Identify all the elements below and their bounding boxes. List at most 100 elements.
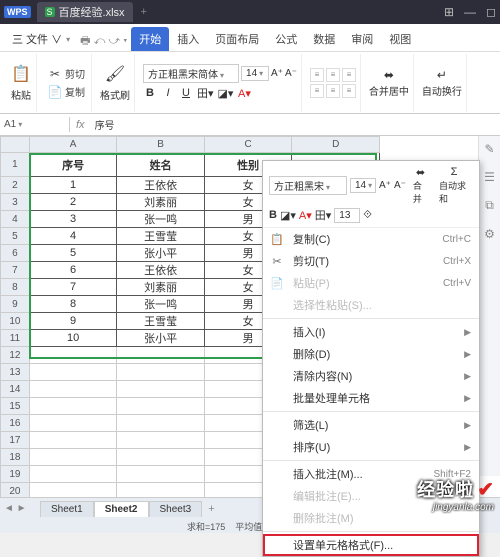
cell[interactable]: 张一鸣: [117, 296, 205, 313]
cell[interactable]: 张一鸣: [117, 211, 205, 228]
cell[interactable]: 刘素丽: [117, 194, 205, 211]
cell[interactable]: 王雪莹: [117, 313, 205, 330]
row-header[interactable]: 14: [1, 381, 30, 398]
col-header-c[interactable]: C: [204, 137, 292, 153]
cell[interactable]: 8: [29, 296, 117, 313]
document-tab[interactable]: S 百度经验.xlsx: [37, 2, 133, 22]
cell[interactable]: 王依依: [117, 177, 205, 194]
fill-color-button[interactable]: ◪▾: [218, 87, 234, 100]
border-button[interactable]: 田▾: [197, 85, 214, 101]
mini-fill-color[interactable]: ◪▾: [280, 209, 296, 222]
row-header[interactable]: 4: [1, 211, 30, 228]
context-menu-item[interactable]: 📋复制(C)Ctrl+C: [263, 228, 479, 250]
row-header[interactable]: 16: [1, 415, 30, 432]
fx-icon[interactable]: fx: [70, 119, 91, 131]
row-header[interactable]: 7: [1, 262, 30, 279]
context-menu-item[interactable]: 排序(U)▶: [263, 436, 479, 458]
row-header[interactable]: 2: [1, 177, 30, 194]
cell[interactable]: 4: [29, 228, 117, 245]
row-header[interactable]: 9: [1, 296, 30, 313]
autowrap-button[interactable]: ↵ 自动换行: [422, 67, 462, 98]
tab-view[interactable]: 视图: [381, 27, 419, 51]
cell[interactable]: 1: [29, 177, 117, 194]
row-header[interactable]: 19: [1, 466, 30, 483]
sheet-tab[interactable]: Sheet1: [40, 501, 94, 517]
cell[interactable]: 3: [29, 211, 117, 228]
add-sheet-button[interactable]: +: [202, 501, 220, 517]
align-top-center[interactable]: ≡: [326, 68, 340, 82]
row-header[interactable]: 10: [1, 313, 30, 330]
cell[interactable]: 王依依: [117, 262, 205, 279]
row-header[interactable]: 12: [1, 347, 30, 364]
row-header[interactable]: 15: [1, 398, 30, 415]
mini-border[interactable]: 田▾: [315, 207, 332, 223]
cell[interactable]: 9: [29, 313, 117, 330]
paste-button[interactable]: 📋 粘贴: [10, 63, 32, 102]
cut-button[interactable]: ✂剪切: [45, 65, 87, 83]
cell[interactable]: 张小平: [117, 330, 205, 347]
side-tool-icon[interactable]: ✎: [484, 142, 494, 156]
tab-start[interactable]: 开始: [131, 27, 169, 51]
merge-center-button[interactable]: ⬌ 合并居中: [369, 67, 409, 98]
context-menu-item[interactable]: 删除(D)▶: [263, 343, 479, 365]
mini-value[interactable]: 13: [334, 208, 360, 223]
row-header[interactable]: 17: [1, 432, 30, 449]
formula-input[interactable]: 序号: [91, 115, 500, 134]
file-menu[interactable]: 三 文件 ∨: [6, 27, 76, 51]
cell[interactable]: 2: [29, 194, 117, 211]
sheet-nav[interactable]: ◄ ►: [4, 503, 27, 514]
mini-increase-font[interactable]: A⁺: [379, 180, 391, 191]
format-painter-button[interactable]: 🖌 格式刷: [100, 63, 130, 102]
context-menu-item[interactable]: 筛选(L)▶: [263, 414, 479, 436]
row-header[interactable]: 18: [1, 449, 30, 466]
row-header[interactable]: 11: [1, 330, 30, 347]
cell[interactable]: [117, 398, 205, 415]
decrease-font-icon[interactable]: A⁻: [285, 68, 297, 79]
minimize-icon[interactable]: —: [464, 5, 476, 19]
cell[interactable]: 序号: [29, 153, 117, 177]
side-tool-icon[interactable]: ⧉: [485, 198, 494, 213]
maximize-icon[interactable]: ◻: [486, 5, 496, 19]
context-menu-item[interactable]: ✂剪切(T)Ctrl+X: [263, 250, 479, 272]
cell[interactable]: [29, 364, 117, 381]
settings-icon[interactable]: ⊞: [444, 5, 454, 19]
cell[interactable]: 王雪莹: [117, 228, 205, 245]
cell[interactable]: [29, 449, 117, 466]
cell[interactable]: [29, 347, 117, 364]
mini-format-icon[interactable]: ⟐: [363, 209, 372, 222]
side-tool-icon[interactable]: ⚙: [484, 227, 495, 241]
row-header[interactable]: 3: [1, 194, 30, 211]
italic-button[interactable]: I: [161, 87, 175, 99]
align-top-right[interactable]: ≡: [342, 68, 356, 82]
mini-font-name[interactable]: 方正粗黑宋: [269, 176, 347, 195]
tab-insert[interactable]: 插入: [169, 27, 207, 51]
tab-page-layout[interactable]: 页面布局: [207, 27, 267, 51]
sheet-tab[interactable]: Sheet2: [94, 501, 149, 517]
font-name-select[interactable]: 方正粗黑宋简体: [143, 64, 239, 83]
mini-autosum-button[interactable]: Σ自动求和: [435, 165, 473, 205]
cell[interactable]: [117, 347, 205, 364]
cell[interactable]: 10: [29, 330, 117, 347]
increase-font-icon[interactable]: A⁺: [271, 68, 283, 79]
context-menu-item[interactable]: 插入(I)▶: [263, 321, 479, 343]
cell[interactable]: 6: [29, 262, 117, 279]
cell[interactable]: [29, 381, 117, 398]
sheet-tab[interactable]: Sheet3: [149, 501, 203, 517]
tab-review[interactable]: 审阅: [343, 27, 381, 51]
new-tab-button[interactable]: +: [141, 6, 147, 18]
align-top-left[interactable]: ≡: [310, 68, 324, 82]
cell[interactable]: [29, 398, 117, 415]
font-color-button[interactable]: A▾: [237, 87, 251, 100]
cell[interactable]: 刘素丽: [117, 279, 205, 296]
col-header-b[interactable]: B: [117, 137, 205, 153]
col-header-d[interactable]: D: [292, 137, 380, 153]
cell[interactable]: 7: [29, 279, 117, 296]
row-header[interactable]: 13: [1, 364, 30, 381]
context-menu-item[interactable]: 清除内容(N)▶: [263, 365, 479, 387]
copy-button[interactable]: 📄复制: [45, 83, 87, 101]
mini-bold[interactable]: B: [269, 209, 277, 221]
row-header[interactable]: 5: [1, 228, 30, 245]
tab-data[interactable]: 数据: [305, 27, 343, 51]
row-header[interactable]: 1: [1, 153, 30, 177]
mini-merge-button[interactable]: ⬌合并: [409, 165, 432, 205]
